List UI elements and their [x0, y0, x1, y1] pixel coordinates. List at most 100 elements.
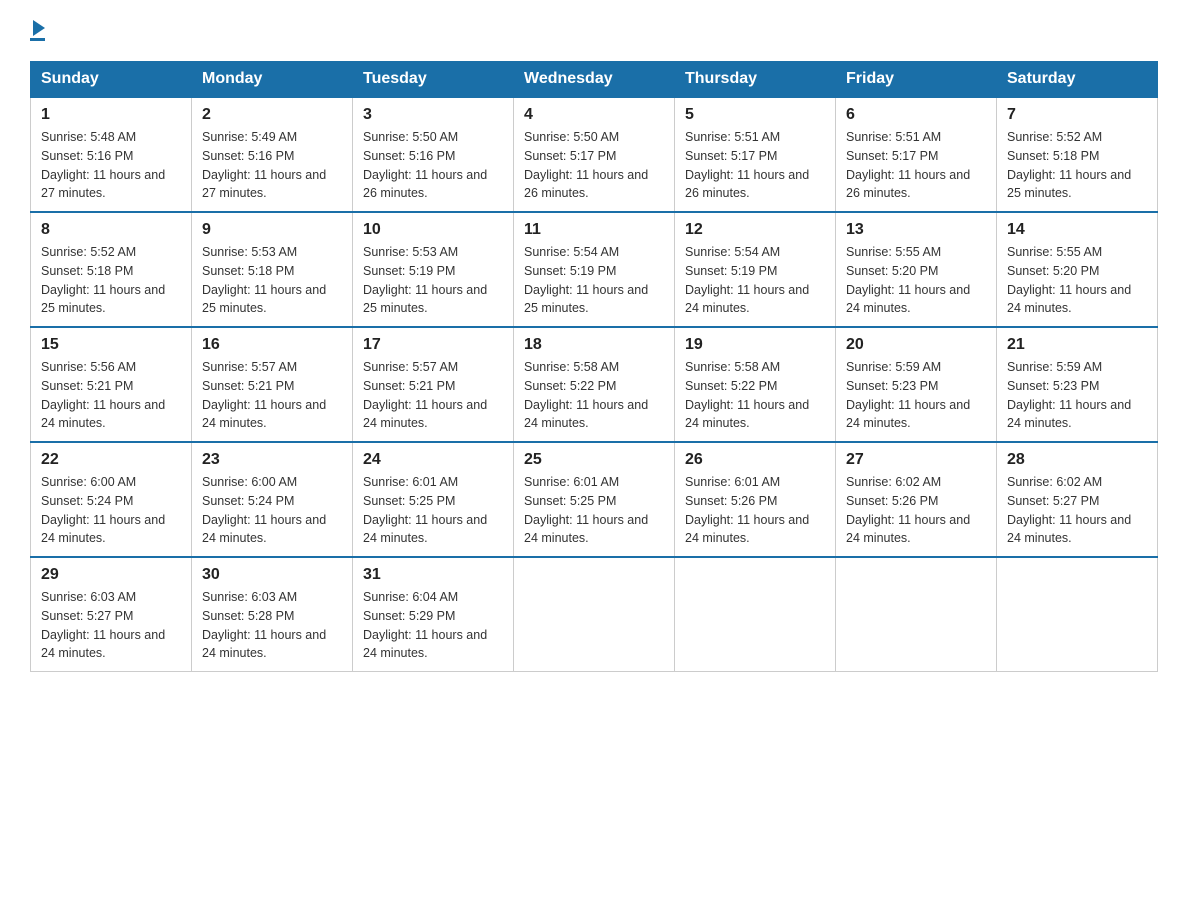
day-info: Sunrise: 5:58 AMSunset: 5:22 PMDaylight:… [685, 360, 809, 430]
day-info: Sunrise: 5:56 AMSunset: 5:21 PMDaylight:… [41, 360, 165, 430]
day-number: 3 [363, 106, 503, 124]
logo-arrow-icon [33, 20, 45, 36]
day-number: 16 [202, 336, 342, 354]
calendar-cell: 26 Sunrise: 6:01 AMSunset: 5:26 PMDaylig… [675, 442, 836, 557]
day-info: Sunrise: 6:01 AMSunset: 5:25 PMDaylight:… [524, 475, 648, 545]
day-info: Sunrise: 5:58 AMSunset: 5:22 PMDaylight:… [524, 360, 648, 430]
day-info: Sunrise: 6:00 AMSunset: 5:24 PMDaylight:… [202, 475, 326, 545]
day-number: 2 [202, 106, 342, 124]
day-info: Sunrise: 5:51 AMSunset: 5:17 PMDaylight:… [846, 130, 970, 200]
calendar-cell: 1 Sunrise: 5:48 AMSunset: 5:16 PMDayligh… [31, 97, 192, 212]
calendar-table: SundayMondayTuesdayWednesdayThursdayFrid… [30, 61, 1158, 672]
calendar-cell: 3 Sunrise: 5:50 AMSunset: 5:16 PMDayligh… [353, 97, 514, 212]
day-info: Sunrise: 5:59 AMSunset: 5:23 PMDaylight:… [1007, 360, 1131, 430]
day-info: Sunrise: 6:02 AMSunset: 5:26 PMDaylight:… [846, 475, 970, 545]
day-number: 19 [685, 336, 825, 354]
calendar-week-row: 22 Sunrise: 6:00 AMSunset: 5:24 PMDaylig… [31, 442, 1158, 557]
day-info: Sunrise: 5:52 AMSunset: 5:18 PMDaylight:… [1007, 130, 1131, 200]
day-info: Sunrise: 5:53 AMSunset: 5:19 PMDaylight:… [363, 245, 487, 315]
calendar-cell: 29 Sunrise: 6:03 AMSunset: 5:27 PMDaylig… [31, 557, 192, 672]
calendar-cell: 22 Sunrise: 6:00 AMSunset: 5:24 PMDaylig… [31, 442, 192, 557]
logo [30, 20, 45, 41]
day-number: 12 [685, 221, 825, 239]
day-number: 30 [202, 566, 342, 584]
day-info: Sunrise: 5:51 AMSunset: 5:17 PMDaylight:… [685, 130, 809, 200]
day-info: Sunrise: 5:54 AMSunset: 5:19 PMDaylight:… [685, 245, 809, 315]
day-info: Sunrise: 5:50 AMSunset: 5:16 PMDaylight:… [363, 130, 487, 200]
day-number: 1 [41, 106, 181, 124]
day-number: 10 [363, 221, 503, 239]
day-info: Sunrise: 5:57 AMSunset: 5:21 PMDaylight:… [363, 360, 487, 430]
day-number: 25 [524, 451, 664, 469]
calendar-cell [836, 557, 997, 672]
page-header [30, 20, 1158, 41]
calendar-cell: 2 Sunrise: 5:49 AMSunset: 5:16 PMDayligh… [192, 97, 353, 212]
calendar-cell [997, 557, 1158, 672]
day-info: Sunrise: 6:03 AMSunset: 5:28 PMDaylight:… [202, 590, 326, 660]
day-info: Sunrise: 5:59 AMSunset: 5:23 PMDaylight:… [846, 360, 970, 430]
day-number: 5 [685, 106, 825, 124]
calendar-cell: 11 Sunrise: 5:54 AMSunset: 5:19 PMDaylig… [514, 212, 675, 327]
calendar-cell: 9 Sunrise: 5:53 AMSunset: 5:18 PMDayligh… [192, 212, 353, 327]
day-number: 28 [1007, 451, 1147, 469]
day-info: Sunrise: 5:49 AMSunset: 5:16 PMDaylight:… [202, 130, 326, 200]
day-info: Sunrise: 5:55 AMSunset: 5:20 PMDaylight:… [846, 245, 970, 315]
day-info: Sunrise: 5:52 AMSunset: 5:18 PMDaylight:… [41, 245, 165, 315]
day-info: Sunrise: 6:02 AMSunset: 5:27 PMDaylight:… [1007, 475, 1131, 545]
calendar-cell: 27 Sunrise: 6:02 AMSunset: 5:26 PMDaylig… [836, 442, 997, 557]
day-number: 21 [1007, 336, 1147, 354]
calendar-week-row: 15 Sunrise: 5:56 AMSunset: 5:21 PMDaylig… [31, 327, 1158, 442]
calendar-cell: 8 Sunrise: 5:52 AMSunset: 5:18 PMDayligh… [31, 212, 192, 327]
calendar-cell: 4 Sunrise: 5:50 AMSunset: 5:17 PMDayligh… [514, 97, 675, 212]
calendar-header-saturday: Saturday [997, 62, 1158, 98]
day-number: 13 [846, 221, 986, 239]
calendar-header-wednesday: Wednesday [514, 62, 675, 98]
day-number: 20 [846, 336, 986, 354]
day-number: 17 [363, 336, 503, 354]
day-info: Sunrise: 6:01 AMSunset: 5:26 PMDaylight:… [685, 475, 809, 545]
calendar-cell: 12 Sunrise: 5:54 AMSunset: 5:19 PMDaylig… [675, 212, 836, 327]
calendar-cell: 24 Sunrise: 6:01 AMSunset: 5:25 PMDaylig… [353, 442, 514, 557]
calendar-cell: 6 Sunrise: 5:51 AMSunset: 5:17 PMDayligh… [836, 97, 997, 212]
calendar-cell [675, 557, 836, 672]
day-number: 26 [685, 451, 825, 469]
calendar-cell: 13 Sunrise: 5:55 AMSunset: 5:20 PMDaylig… [836, 212, 997, 327]
day-number: 23 [202, 451, 342, 469]
day-number: 27 [846, 451, 986, 469]
day-info: Sunrise: 5:57 AMSunset: 5:21 PMDaylight:… [202, 360, 326, 430]
calendar-header-thursday: Thursday [675, 62, 836, 98]
day-number: 6 [846, 106, 986, 124]
calendar-cell: 25 Sunrise: 6:01 AMSunset: 5:25 PMDaylig… [514, 442, 675, 557]
day-number: 14 [1007, 221, 1147, 239]
day-number: 9 [202, 221, 342, 239]
calendar-week-row: 29 Sunrise: 6:03 AMSunset: 5:27 PMDaylig… [31, 557, 1158, 672]
day-number: 22 [41, 451, 181, 469]
calendar-cell: 18 Sunrise: 5:58 AMSunset: 5:22 PMDaylig… [514, 327, 675, 442]
calendar-cell: 15 Sunrise: 5:56 AMSunset: 5:21 PMDaylig… [31, 327, 192, 442]
calendar-cell: 10 Sunrise: 5:53 AMSunset: 5:19 PMDaylig… [353, 212, 514, 327]
day-info: Sunrise: 5:54 AMSunset: 5:19 PMDaylight:… [524, 245, 648, 315]
day-number: 8 [41, 221, 181, 239]
day-info: Sunrise: 6:00 AMSunset: 5:24 PMDaylight:… [41, 475, 165, 545]
day-number: 7 [1007, 106, 1147, 124]
calendar-cell: 19 Sunrise: 5:58 AMSunset: 5:22 PMDaylig… [675, 327, 836, 442]
day-number: 11 [524, 221, 664, 239]
calendar-header-monday: Monday [192, 62, 353, 98]
calendar-cell: 30 Sunrise: 6:03 AMSunset: 5:28 PMDaylig… [192, 557, 353, 672]
logo-blue-part [30, 20, 45, 36]
calendar-header-tuesday: Tuesday [353, 62, 514, 98]
day-number: 15 [41, 336, 181, 354]
calendar-cell: 17 Sunrise: 5:57 AMSunset: 5:21 PMDaylig… [353, 327, 514, 442]
calendar-cell: 5 Sunrise: 5:51 AMSunset: 5:17 PMDayligh… [675, 97, 836, 212]
day-number: 31 [363, 566, 503, 584]
day-number: 29 [41, 566, 181, 584]
day-info: Sunrise: 5:48 AMSunset: 5:16 PMDaylight:… [41, 130, 165, 200]
calendar-cell: 31 Sunrise: 6:04 AMSunset: 5:29 PMDaylig… [353, 557, 514, 672]
calendar-cell: 28 Sunrise: 6:02 AMSunset: 5:27 PMDaylig… [997, 442, 1158, 557]
day-number: 4 [524, 106, 664, 124]
day-info: Sunrise: 6:03 AMSunset: 5:27 PMDaylight:… [41, 590, 165, 660]
calendar-cell: 20 Sunrise: 5:59 AMSunset: 5:23 PMDaylig… [836, 327, 997, 442]
day-number: 24 [363, 451, 503, 469]
calendar-cell: 23 Sunrise: 6:00 AMSunset: 5:24 PMDaylig… [192, 442, 353, 557]
calendar-header-friday: Friday [836, 62, 997, 98]
